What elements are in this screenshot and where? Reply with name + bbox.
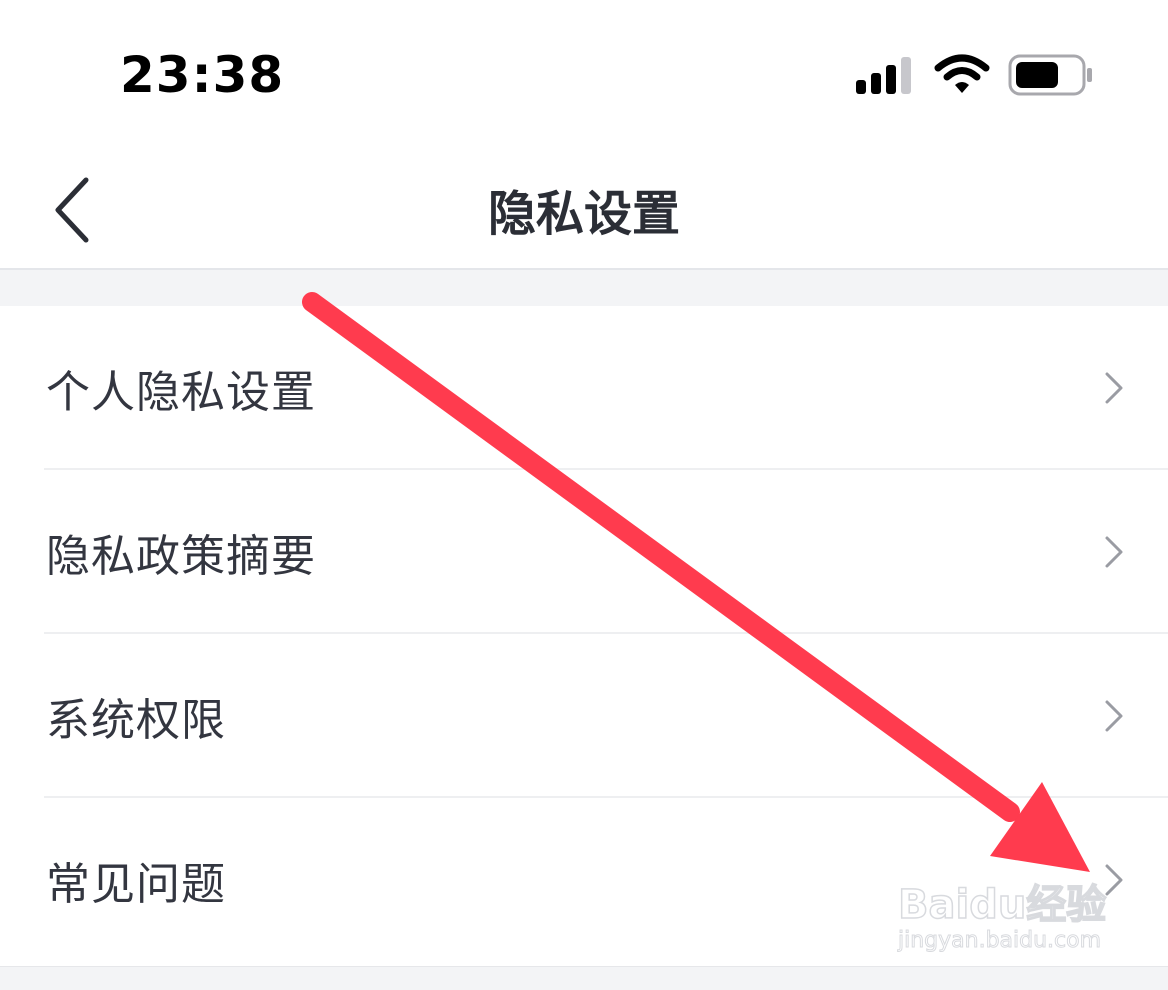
settings-list: 个人隐私设置 隐私政策摘要 系统权限 常见问题	[0, 306, 1168, 966]
chevron-right-icon	[1105, 700, 1123, 732]
section-gap	[0, 270, 1168, 306]
list-item-label: 常见问题	[46, 859, 226, 910]
status-bar: 23:38	[0, 0, 1168, 150]
list-item-personal-privacy[interactable]: 个人隐私设置	[0, 306, 1168, 470]
chevron-right-icon	[1105, 536, 1123, 568]
status-time: 23:38	[120, 46, 285, 104]
signal-icon	[856, 57, 911, 94]
bottom-gap	[0, 966, 1168, 990]
page-title: 隐私设置	[487, 186, 680, 242]
list-item-faq[interactable]: 常见问题	[0, 798, 1168, 962]
chevron-right-icon	[1105, 372, 1123, 404]
battery-icon	[1008, 54, 1092, 96]
list-item-label: 隐私政策摘要	[46, 531, 316, 582]
nav-bar: 隐私设置	[0, 150, 1168, 268]
wifi-icon	[934, 54, 990, 93]
privacy-settings-screen: 23:38 隐私设置 个人隐私设置 隐私政策摘要 系统权限 常见问题 Baidu…	[0, 0, 1168, 990]
list-item-label: 系统权限	[46, 695, 226, 746]
list-item-label: 个人隐私设置	[46, 367, 316, 418]
chevron-right-icon	[1105, 864, 1123, 896]
list-item-privacy-policy-summary[interactable]: 隐私政策摘要	[0, 470, 1168, 634]
list-item-system-permissions[interactable]: 系统权限	[0, 634, 1168, 798]
